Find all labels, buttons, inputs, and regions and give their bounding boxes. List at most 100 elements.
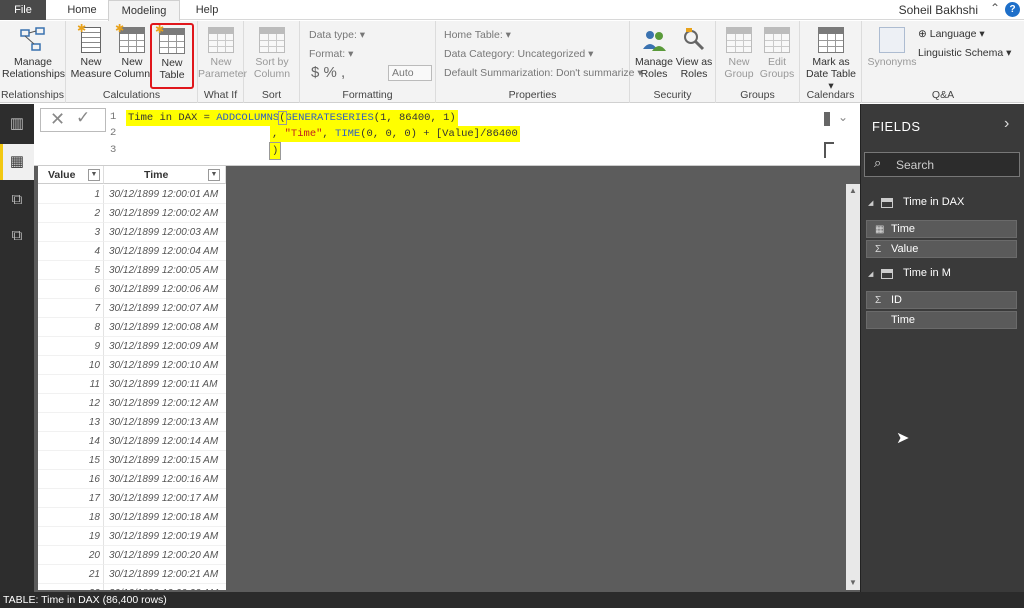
mark-as-date-table-button[interactable]: Mark as Date Table ▾ bbox=[802, 27, 860, 92]
home-table-dropdown[interactable]: Home Table: ▾ bbox=[444, 29, 511, 41]
cell-value[interactable]: 7 bbox=[38, 299, 104, 318]
cell-time[interactable]: 30/12/1899 12:00:01 AM bbox=[104, 185, 226, 204]
cell-value[interactable]: 22 bbox=[38, 584, 104, 590]
cell-value[interactable]: 15 bbox=[38, 451, 104, 470]
user-name[interactable]: Soheil Bakhshi bbox=[899, 3, 978, 17]
cell-value[interactable]: 3 bbox=[38, 223, 104, 242]
tab-file[interactable]: File bbox=[0, 0, 46, 20]
cell-value[interactable]: 16 bbox=[38, 470, 104, 489]
cell-time[interactable]: 30/12/1899 12:00:22 AM bbox=[104, 584, 226, 590]
expand-table-icon[interactable]: ◢ bbox=[868, 270, 873, 278]
new-measure-button[interactable]: ✱ New Measure bbox=[70, 23, 112, 80]
language-dropdown[interactable]: ⊕ Language ▾ bbox=[918, 28, 985, 40]
sigma-icon: Σ bbox=[875, 295, 882, 306]
field-item[interactable]: Time bbox=[866, 311, 1017, 329]
tab-help[interactable]: Help bbox=[190, 0, 224, 20]
field-item[interactable]: ▦ Time bbox=[866, 220, 1017, 238]
new-column-button[interactable]: ✱ New Column bbox=[112, 23, 152, 80]
model-view-icon[interactable]: ⧉ bbox=[0, 218, 34, 254]
cell-time[interactable]: 30/12/1899 12:00:17 AM bbox=[104, 489, 226, 508]
collapse-ribbon-icon[interactable]: ⌃ bbox=[990, 1, 1000, 15]
cell-time[interactable]: 30/12/1899 12:00:20 AM bbox=[104, 546, 226, 565]
tab-modeling[interactable]: Modeling bbox=[108, 0, 180, 21]
cell-value[interactable]: 11 bbox=[38, 375, 104, 394]
cell-value[interactable]: 19 bbox=[38, 527, 104, 546]
expand-formula-icon[interactable]: ⌄ bbox=[838, 110, 848, 124]
field-table-name[interactable]: Time in M bbox=[903, 263, 951, 283]
filter-dropdown-icon[interactable]: ▼ bbox=[208, 169, 220, 181]
cell-value[interactable]: 18 bbox=[38, 508, 104, 527]
column-header-time[interactable]: Time ▼ bbox=[104, 166, 226, 184]
formula-editor[interactable]: 1 2 3 Time in DAX = ADDCOLUMNS(GENERATES… bbox=[110, 108, 826, 162]
format-dropdown[interactable]: Format: ▾ bbox=[309, 48, 353, 60]
cell-time[interactable]: 30/12/1899 12:00:18 AM bbox=[104, 508, 226, 527]
cell-value[interactable]: 12 bbox=[38, 394, 104, 413]
formula-resize-handle[interactable] bbox=[824, 142, 834, 158]
cell-value[interactable]: 5 bbox=[38, 261, 104, 280]
cell-time[interactable]: 30/12/1899 12:00:08 AM bbox=[104, 318, 226, 337]
scroll-down-icon[interactable]: ▼ bbox=[846, 576, 860, 590]
report-view-icon[interactable]: ▥ bbox=[0, 106, 34, 142]
cell-value[interactable]: 9 bbox=[38, 337, 104, 356]
manage-relationships-button[interactable]: Manage Relationships bbox=[2, 27, 65, 80]
cell-time[interactable]: 30/12/1899 12:00:07 AM bbox=[104, 299, 226, 318]
new-parameter-button[interactable]: New Parameter bbox=[198, 27, 247, 80]
cell-time[interactable]: 30/12/1899 12:00:12 AM bbox=[104, 394, 226, 413]
cell-time[interactable]: 30/12/1899 12:00:19 AM bbox=[104, 527, 226, 546]
cell-time[interactable]: 30/12/1899 12:00:03 AM bbox=[104, 223, 226, 242]
cell-value[interactable]: 14 bbox=[38, 432, 104, 451]
edit-groups-button[interactable]: Edit Groups bbox=[758, 27, 796, 80]
cell-time[interactable]: 30/12/1899 12:00:09 AM bbox=[104, 337, 226, 356]
vertical-scrollbar[interactable] bbox=[846, 184, 860, 590]
cell-time[interactable]: 30/12/1899 12:00:02 AM bbox=[104, 204, 226, 223]
cell-value[interactable]: 8 bbox=[38, 318, 104, 337]
cell-time[interactable]: 30/12/1899 12:00:04 AM bbox=[104, 242, 226, 261]
cell-value[interactable]: 10 bbox=[38, 356, 104, 375]
cell-value[interactable]: 21 bbox=[38, 565, 104, 584]
scroll-up-icon[interactable]: ▲ bbox=[846, 184, 860, 198]
cell-value[interactable]: 2 bbox=[38, 204, 104, 223]
cell-value[interactable]: 20 bbox=[38, 546, 104, 565]
new-table-button[interactable]: ✱ New Table bbox=[150, 23, 194, 89]
tab-home[interactable]: Home bbox=[60, 0, 104, 20]
new-group-button[interactable]: New Group bbox=[720, 27, 758, 80]
expand-table-icon[interactable]: ◢ bbox=[868, 199, 873, 207]
field-table-name[interactable]: Time in DAX bbox=[903, 192, 964, 212]
sort-by-column-button[interactable]: Sort by Column bbox=[246, 27, 298, 80]
data-view-icon[interactable]: ▦ bbox=[0, 144, 34, 180]
fields-search-input[interactable] bbox=[864, 152, 1020, 177]
format-symbols[interactable]: $ % , bbox=[311, 64, 345, 81]
cell-value[interactable]: 4 bbox=[38, 242, 104, 261]
column-header-value[interactable]: Value ▼ bbox=[38, 166, 104, 184]
cell-time[interactable]: 30/12/1899 12:00:10 AM bbox=[104, 356, 226, 375]
manage-roles-button[interactable]: Manage Roles bbox=[634, 27, 674, 80]
linguistic-schema-dropdown[interactable]: Linguistic Schema ▾ bbox=[918, 47, 1011, 59]
help-icon[interactable]: ? bbox=[1005, 2, 1020, 17]
cell-time[interactable]: 30/12/1899 12:00:05 AM bbox=[104, 261, 226, 280]
commit-formula-icon[interactable]: ✓ bbox=[76, 108, 90, 128]
cell-time[interactable]: 30/12/1899 12:00:15 AM bbox=[104, 451, 226, 470]
data-category-dropdown[interactable]: Data Category: Uncategorized ▾ bbox=[444, 48, 593, 60]
data-type-dropdown[interactable]: Data type: ▾ bbox=[309, 29, 365, 41]
cell-time[interactable]: 30/12/1899 12:00:11 AM bbox=[104, 375, 226, 394]
collapse-pane-icon[interactable]: › bbox=[1004, 115, 1009, 133]
cell-time[interactable]: 30/12/1899 12:00:16 AM bbox=[104, 470, 226, 489]
relationships-view-icon[interactable]: ⧉ bbox=[0, 182, 34, 218]
filter-dropdown-icon[interactable]: ▼ bbox=[88, 169, 100, 181]
cell-value[interactable]: 6 bbox=[38, 280, 104, 299]
view-as-roles-button[interactable]: View as Roles bbox=[674, 27, 714, 80]
cell-value[interactable]: 17 bbox=[38, 489, 104, 508]
cancel-formula-icon[interactable]: ✕ bbox=[50, 109, 65, 130]
cell-time[interactable]: 30/12/1899 12:00:13 AM bbox=[104, 413, 226, 432]
cell-value[interactable]: 13 bbox=[38, 413, 104, 432]
cell-time[interactable]: 30/12/1899 12:00:14 AM bbox=[104, 432, 226, 451]
cell-time[interactable]: 30/12/1899 12:00:21 AM bbox=[104, 565, 226, 584]
cell-value[interactable]: 1 bbox=[38, 185, 104, 204]
formula-scroll-thumb[interactable] bbox=[824, 112, 830, 126]
field-item[interactable]: Σ ID bbox=[866, 291, 1017, 309]
field-item[interactable]: Σ Value bbox=[866, 240, 1017, 258]
default-summarization-dropdown[interactable]: Default Summarization: Don't summarize ▾ bbox=[444, 67, 643, 79]
cell-time[interactable]: 30/12/1899 12:00:06 AM bbox=[104, 280, 226, 299]
synonyms-button[interactable]: Synonyms bbox=[866, 27, 918, 68]
decimal-places-stepper[interactable]: Auto bbox=[388, 65, 432, 81]
